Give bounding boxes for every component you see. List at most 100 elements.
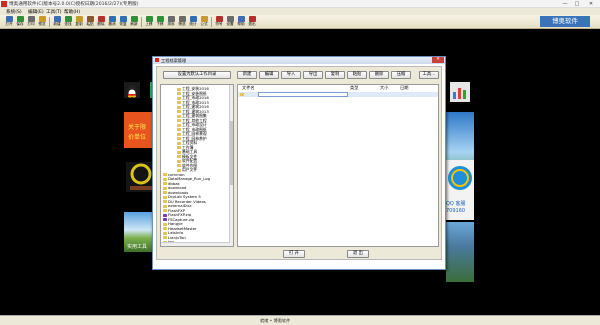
tree-item[interactable]: HeadsetMaster [163,226,197,231]
set-default-dir-button[interactable]: 设置为默认工作目录 [163,71,231,79]
tree-item[interactable]: downloads [163,190,188,195]
tree-item[interactable]: 工程_市政设计 [177,122,207,127]
menu-bar: 系统(S) 编辑(E) 工具(T) 帮助(H) [0,8,600,15]
tree-item[interactable]: 软件配置 [177,158,197,163]
tree-item[interactable]: 基础工具 [177,149,197,154]
tools-button[interactable]: 工具... [419,71,439,79]
exit-button[interactable]: 退 出 [347,250,369,258]
toolbar-button-label: 下移 [156,22,164,26]
toolbar-button[interactable]: 新建 [52,16,62,28]
paste-button[interactable]: 粘贴 [347,71,367,79]
delete-button[interactable]: 删除 [369,71,389,79]
toolbar-button[interactable]: 粘贴 [85,16,95,28]
qq-tile[interactable] [124,82,140,98]
column-type[interactable]: 类型 [350,85,358,91]
tree-item[interactable]: FlashFXP.zip [163,212,191,217]
toolbar-button[interactable]: 保存 [15,16,25,28]
folder-tree[interactable]: MyLibDownLoadlogLianJuTonLatsInfoHeadset… [160,84,234,247]
toolbar-button-label: 删除 [97,22,105,26]
tree-vertical-scrollbar[interactable] [229,85,233,246]
tree-item[interactable]: externalDisc [163,203,192,208]
toolbar-button[interactable]: 符号 [214,16,224,28]
toolbar-button[interactable]: 公式 [199,16,209,28]
new-button[interactable]: 新建 [237,71,257,79]
toolbar-button[interactable]: 刷新 [129,16,139,28]
open-button[interactable]: 打 开 [283,250,305,258]
folder-icon [177,159,181,163]
toolbar-button[interactable]: 恢复 [118,16,128,28]
file-list[interactable]: 文件名 类型 大小 日期 [237,84,439,247]
tree-item[interactable]: 工程_安装图纸 [177,91,207,96]
toolbar-button[interactable]: 删除 [96,16,106,28]
toolbar-button[interactable]: 排序 [166,16,176,28]
tree-item[interactable]: FSCapture.zip [163,217,194,222]
scrollbar-thumb[interactable] [230,121,233,185]
tree-item[interactable]: 工程_其他工程 [177,118,207,123]
tree-item-label: 工程_市政图纸 [182,126,207,132]
chart-tile[interactable] [450,82,470,102]
toolbar-button[interactable]: 上移 [144,16,154,28]
tree-item[interactable]: common [163,172,185,177]
tree-item[interactable]: 模板文件 [177,154,197,159]
toolbar-button[interactable]: 查找 [63,16,73,28]
toolbar-button[interactable]: 预览 [37,16,47,28]
toolbar-button[interactable]: 打印 [26,16,36,28]
tree-item[interactable]: DrpLab System 5 [163,194,201,199]
rename-field[interactable] [258,92,348,97]
tree-item-label: HeadsetMaster [168,225,197,231]
dialog-close-button[interactable]: ✕ [432,57,444,63]
tree-item[interactable]: 工程_园林养护 [177,136,207,141]
compress-button[interactable]: 压缩 [391,71,411,79]
toolbar-button[interactable]: 统计 [188,16,198,28]
tree-item[interactable]: LianJuTon [163,235,186,240]
folder-icon [163,209,167,212]
tree-horizontal-scrollbar[interactable] [161,242,230,246]
tree-item[interactable]: 工程_市政图纸 [177,127,207,132]
tree-item[interactable]: 工程_建筑图集 [177,113,207,118]
tree-item[interactable]: 用户文件 [177,167,197,172]
copy-button[interactable]: 复制 [325,71,345,79]
tree-item[interactable]: 工程_市政2016 [177,95,209,100]
column-filename[interactable]: 文件名 [242,85,255,91]
tree-item[interactable]: 工程_市政2013 [177,100,209,105]
edit-button[interactable]: 编辑 [259,71,279,79]
dialog-title-bar[interactable]: 工程档案管理 ✕ [153,57,445,64]
maximize-button[interactable]: □ [572,0,582,8]
tree-item[interactable]: 工程资料 [177,140,197,145]
tree-item-label: DU Recorder Videos [168,198,206,204]
tree-item[interactable]: 工程_园林景观 [177,131,207,136]
tree-item[interactable]: dbbak [163,181,180,186]
toolbar-button[interactable]: 筛选 [177,16,187,28]
toolbar-button-label: 复制 [75,22,83,26]
minimize-button[interactable]: — [560,0,570,8]
toolbar-button[interactable]: 帮助 [236,16,246,28]
toolbar-button[interactable]: 撤消 [107,16,117,28]
toolbar-button-label: 上移 [145,22,153,26]
tree-item[interactable]: DataManage_Run_Log [163,176,210,181]
toolbar-button[interactable]: 复制 [74,16,84,28]
list-item[interactable] [238,92,438,97]
toolbar-button[interactable]: 下移 [155,16,165,28]
column-date[interactable]: 日期 [400,85,408,91]
tree-item[interactable]: 工程_安装2016 [177,86,209,91]
tree-item[interactable]: Hangye [163,221,183,226]
folder-icon [163,227,167,230]
tree-item[interactable]: FlashFXP [163,208,185,213]
landscape-tile[interactable] [446,222,474,282]
tree-item[interactable]: 工作簿 [177,145,193,150]
toolbar-button[interactable]: 打开 [4,16,14,28]
tree-item[interactable]: download [163,185,186,190]
toolbar-button[interactable]: 退出 [247,16,257,28]
toolbar-button[interactable]: 设置 [225,16,235,28]
import-button[interactable]: 导入 [281,71,301,79]
column-size[interactable]: 大小 [380,85,388,91]
tree-item[interactable]: 软件作图 [177,163,197,168]
tree-item[interactable]: LatsInfo [163,230,183,235]
export-button[interactable]: 导出 [303,71,323,79]
tree-item[interactable]: DU Recorder Videos [163,199,206,204]
tree-item[interactable]: 工程_建筑2013 [177,109,209,114]
promo-tile[interactable]: 关于限 价单位 [124,112,154,148]
tree-item[interactable]: 工程_建筑2016 [177,104,209,109]
qq-service-tile[interactable]: QQ 客服 709160 [446,160,474,220]
close-button[interactable]: ✕ [584,0,598,8]
